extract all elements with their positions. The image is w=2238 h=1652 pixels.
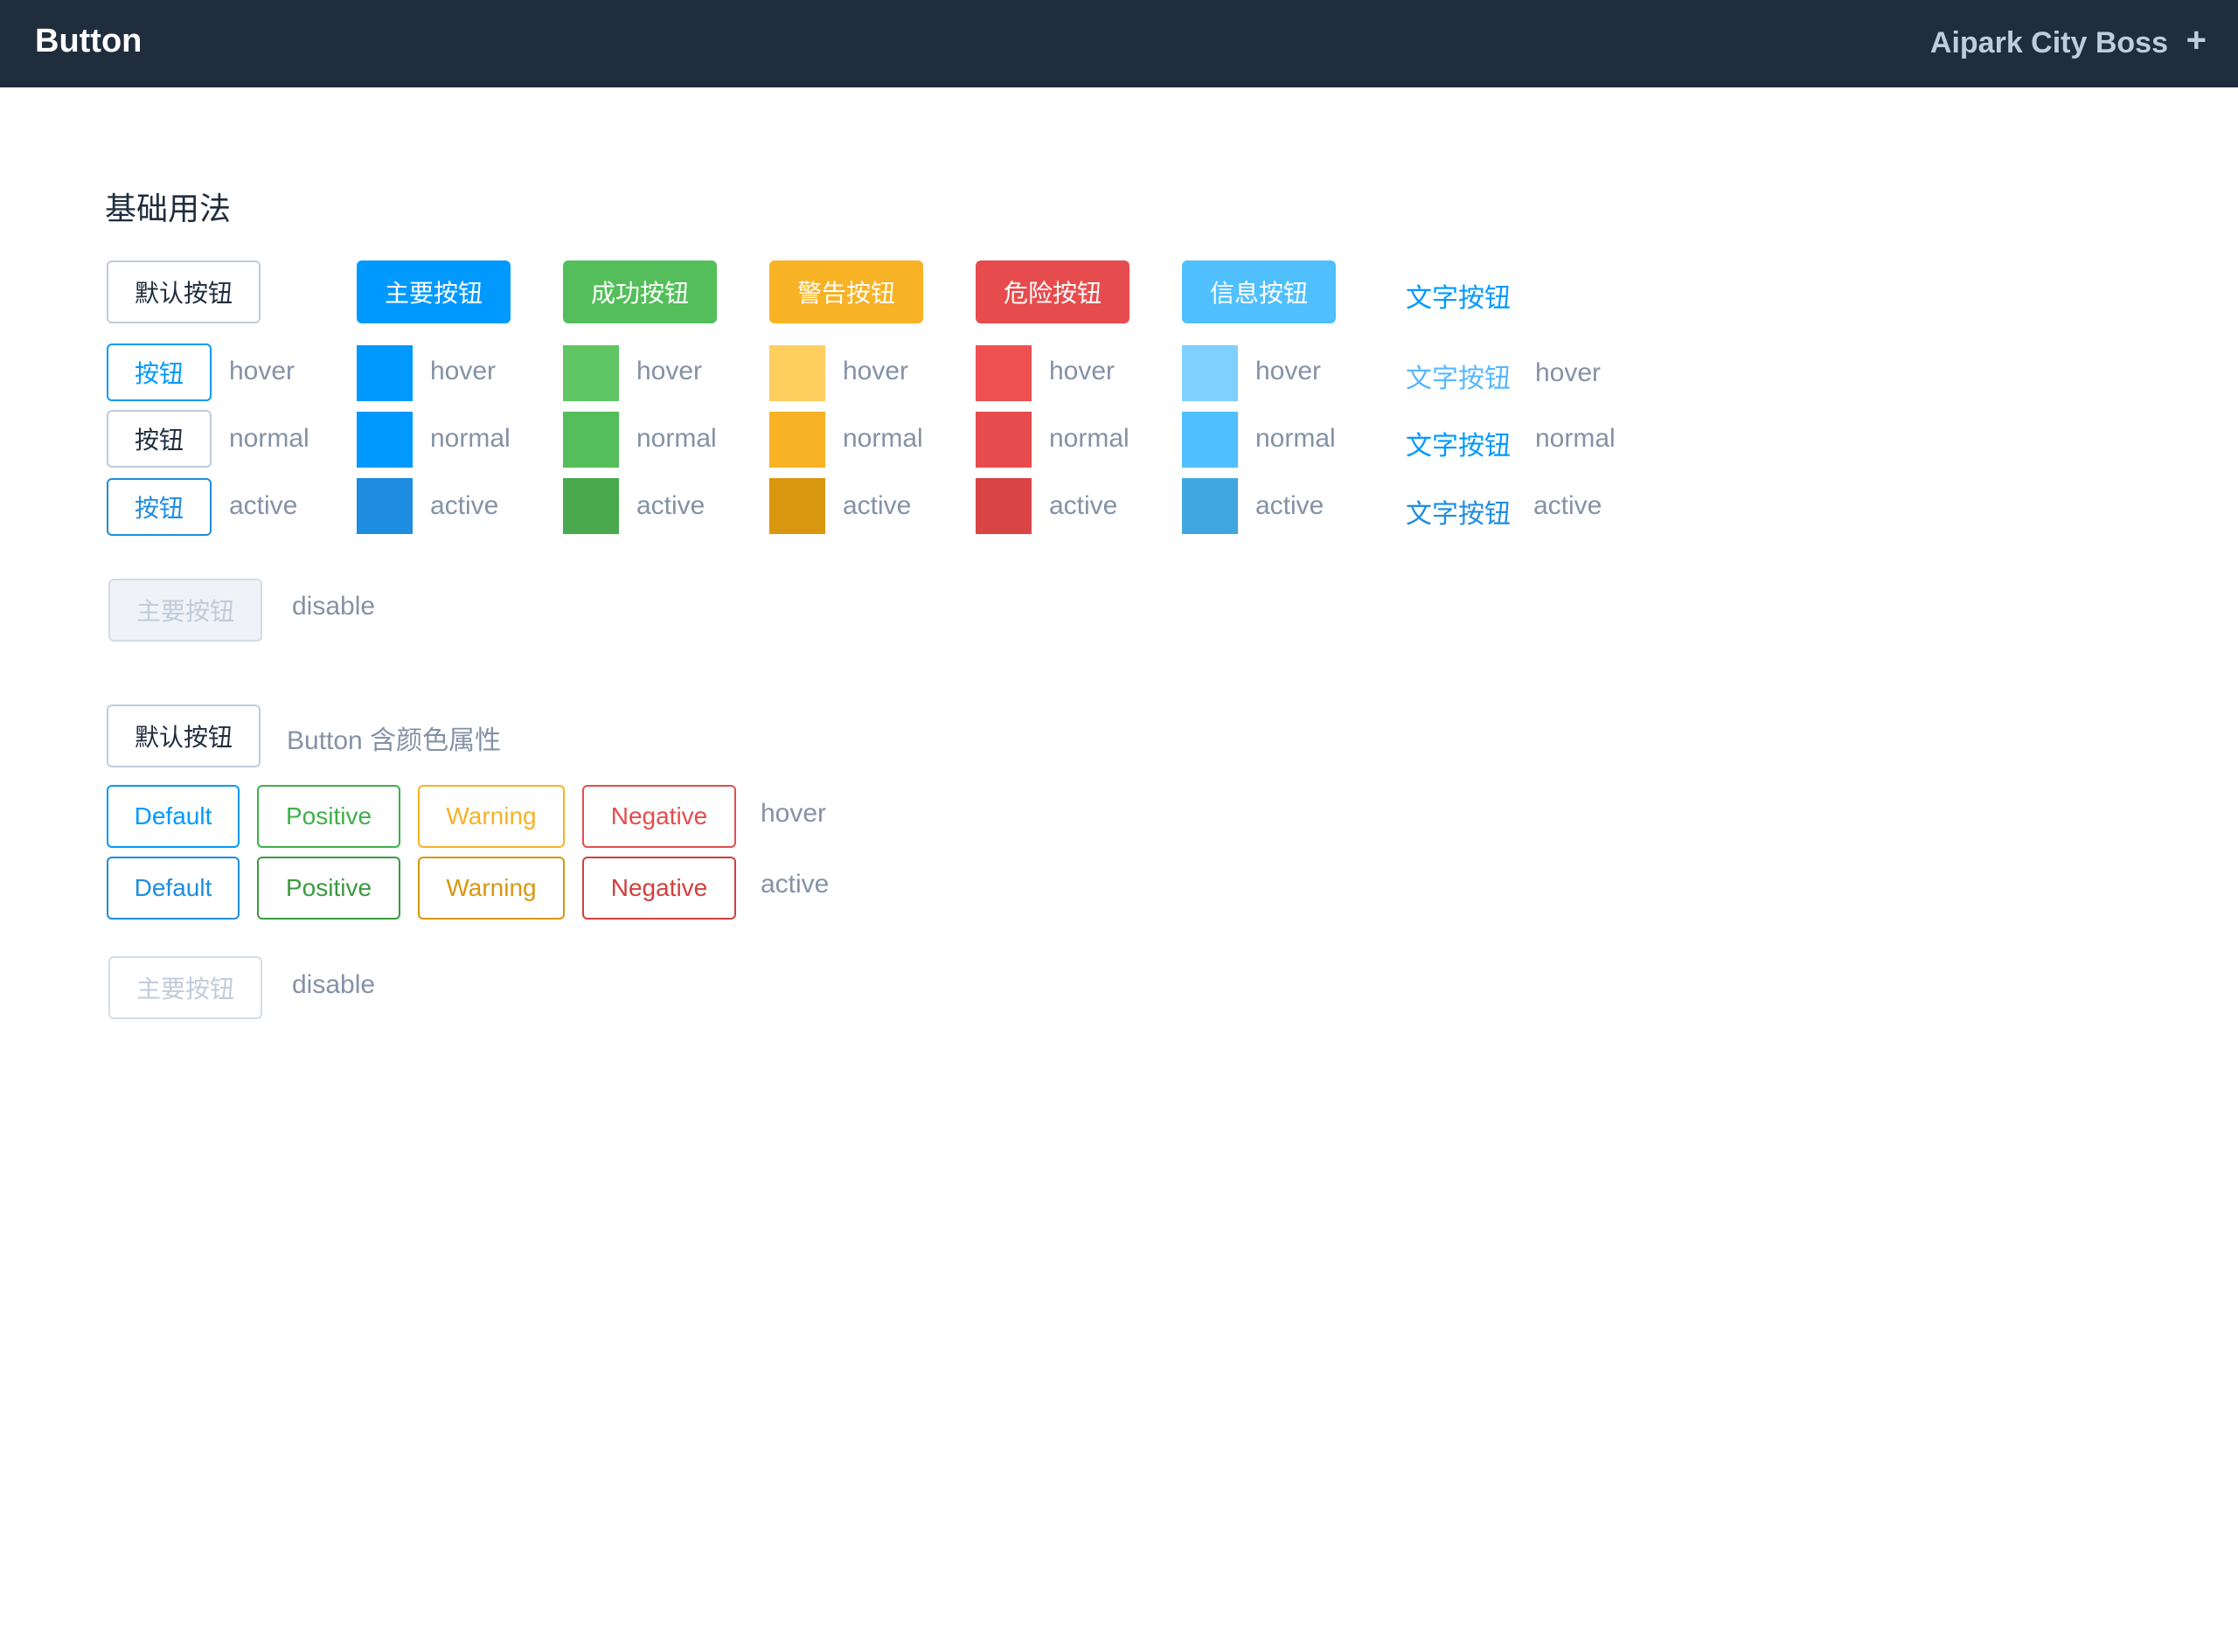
state-label-normal: normal [229,424,309,453]
state-label-disable: disable [292,970,376,999]
info-button[interactable]: 信息按钮 [1182,260,1336,323]
primary-normal-swatch [357,412,413,468]
state-label-active: active [229,491,298,520]
primary-button[interactable]: 主要按钮 [357,260,511,323]
default-button[interactable]: 默认按钮 [107,260,261,323]
state-label-active: active [1049,491,1118,520]
state-label-active: active [843,491,912,520]
state-label-normal: normal [430,424,511,453]
section-title: 基础用法 [105,191,232,226]
state-label-hover: hover [229,357,295,385]
state-label-normal: normal [1049,424,1129,453]
state-label-hover: hover [430,357,497,385]
state-label-active: active [1533,491,1602,520]
primary-button-disabled: 主要按钮 [108,579,262,642]
default-button-active[interactable]: 按钮 [107,478,212,536]
warning-button[interactable]: 警告按钮 [769,260,923,323]
state-label-disable: disable [292,592,376,621]
brand-name[interactable]: Aipark City Boss [1930,26,2168,60]
primary-hover-swatch [357,345,413,401]
danger-hover-swatch [976,345,1032,401]
warning-outline-button-hover[interactable]: Warning [418,785,565,848]
info-hover-swatch [1182,345,1238,401]
state-label-hover: hover [1255,357,1322,385]
default-button-hover[interactable]: 按钮 [107,344,212,401]
state-label-active: active [761,870,830,899]
text-button-normal[interactable]: 文字按钮 [1406,424,1511,462]
danger-normal-swatch [976,412,1032,468]
warning-normal-swatch [769,412,825,468]
primary-active-swatch [357,478,413,534]
state-label-hover: hover [1049,357,1116,385]
warning-outline-button-active[interactable]: Warning [418,857,565,920]
text-button-active[interactable]: 文字按钮 [1406,492,1511,531]
success-normal-swatch [563,412,619,468]
state-label-normal: normal [1255,424,1336,453]
state-label-hover: hover [1535,358,1602,387]
default-button-2[interactable]: 默认按钮 [107,705,261,767]
positive-outline-button-active[interactable]: Positive [257,857,400,920]
success-hover-swatch [563,345,619,401]
info-normal-swatch [1182,412,1238,468]
default-outline-button-hover[interactable]: Default [107,785,240,848]
default-outline-button-active[interactable]: Default [107,857,240,920]
plus-icon[interactable]: + [2186,23,2207,58]
danger-button[interactable]: 危险按钮 [976,260,1129,323]
warning-hover-swatch [769,345,825,401]
danger-active-swatch [976,478,1032,534]
success-button[interactable]: 成功按钮 [563,260,717,323]
top-navbar: Button Aipark City Boss + [0,0,2238,87]
text-button[interactable]: 文字按钮 [1406,276,1511,315]
color-section-description: Button 含颜色属性 [287,726,502,755]
success-active-swatch [563,478,619,534]
state-label-hover: hover [761,799,827,828]
state-label-active: active [1255,491,1324,520]
primary-button-disabled-2: 主要按钮 [108,956,262,1019]
state-label-normal: normal [636,424,717,453]
negative-outline-button-hover[interactable]: Negative [582,785,736,848]
state-label-active: active [430,491,499,520]
text-button-hover[interactable]: 文字按钮 [1406,357,1511,395]
state-label-normal: normal [843,424,923,453]
info-active-swatch [1182,478,1238,534]
negative-outline-button-active[interactable]: Negative [582,857,736,920]
state-label-normal: normal [1535,424,1616,453]
state-label-hover: hover [843,357,909,385]
warning-active-swatch [769,478,825,534]
state-label-active: active [636,491,705,520]
default-button-normal[interactable]: 按钮 [107,410,212,468]
page-title: Button [35,23,142,59]
positive-outline-button-hover[interactable]: Positive [257,785,400,848]
state-label-hover: hover [636,357,703,385]
